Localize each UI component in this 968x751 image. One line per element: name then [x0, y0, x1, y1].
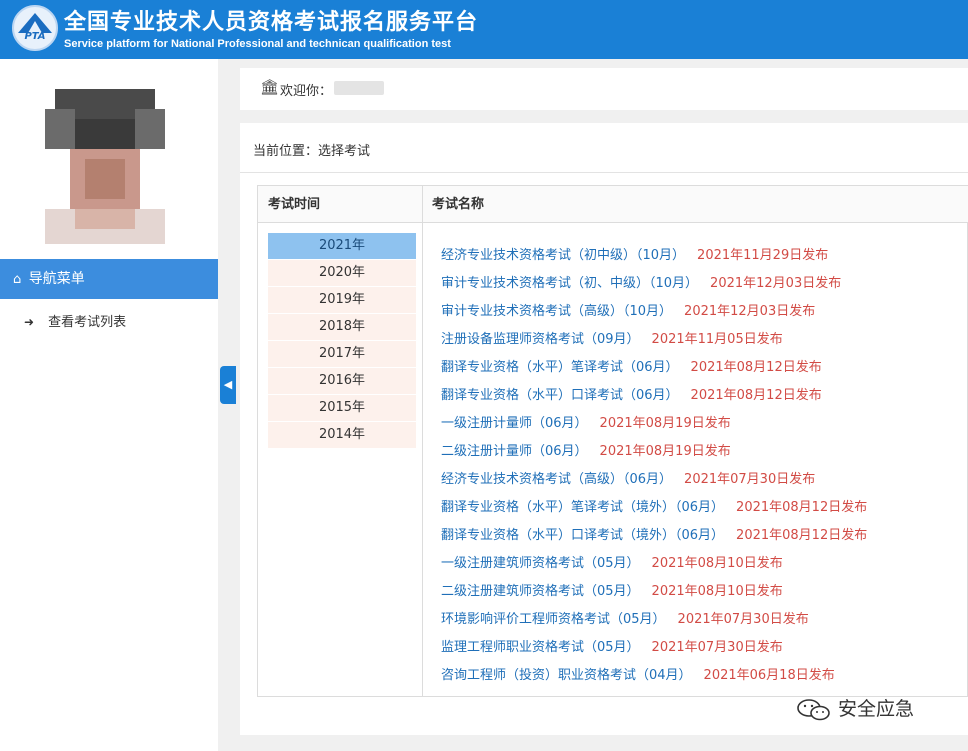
- list-item[interactable]: 审计专业技术资格考试（高级）（10月） 2021年12月03日发布: [441, 302, 815, 322]
- year-item-2020[interactable]: 2020年: [268, 260, 416, 286]
- year-item-2014[interactable]: 2014年: [268, 422, 416, 448]
- exam-link[interactable]: 审计专业技术资格考试（初、中级）（10月）: [441, 276, 698, 291]
- exam-column-header: 考试名称: [423, 186, 968, 223]
- list-item[interactable]: 二级注册计量师（06月） 2021年08月19日发布: [441, 442, 731, 462]
- exam-link[interactable]: 二级注册建筑师资格考试（05月）: [441, 584, 640, 599]
- logo-mountain-icon: [18, 13, 52, 33]
- exam-date: 2021年08月19日发布: [599, 444, 731, 459]
- list-item[interactable]: 二级注册建筑师资格考试（05月） 2021年08月10日发布: [441, 582, 783, 602]
- list-item[interactable]: 环境影响评价工程师资格考试（05月） 2021年07月30日发布: [441, 610, 809, 630]
- year-item-2017[interactable]: 2017年: [268, 341, 416, 367]
- exam-link[interactable]: 经济专业技术资格考试（初中级）（10月）: [441, 248, 685, 263]
- platform-subtitle: Service platform for National Profession…: [64, 38, 451, 50]
- exam-date: 2021年08月10日发布: [651, 556, 783, 571]
- exam-date: 2021年07月30日发布: [684, 472, 816, 487]
- exam-date: 2021年12月03日发布: [684, 304, 816, 319]
- year-item-2015[interactable]: 2015年: [268, 395, 416, 421]
- sidebar-collapse-button[interactable]: ◀: [220, 366, 236, 404]
- exam-date: 2021年07月30日发布: [651, 640, 783, 655]
- wechat-icon: [797, 698, 830, 720]
- year-item-2019[interactable]: 2019年: [268, 287, 416, 313]
- exam-date: 2021年08月12日发布: [736, 500, 868, 515]
- app-header: PTA 全国专业技术人员资格考试报名服务平台 Service platform …: [0, 0, 968, 59]
- home-icon: ⌂: [13, 272, 22, 287]
- exam-date: 2021年08月10日发布: [651, 584, 783, 599]
- exam-date: 2021年07月30日发布: [677, 612, 809, 627]
- year-item-2016[interactable]: 2016年: [268, 368, 416, 394]
- exam-link[interactable]: 注册设备监理师资格考试（09月）: [441, 332, 640, 347]
- exam-list-panel: 考试名称 经济专业技术资格考试（初中级）（10月） 2021年11月29日发布 审…: [423, 185, 968, 697]
- list-item[interactable]: 一级注册建筑师资格考试（05月） 2021年08月10日发布: [441, 554, 783, 574]
- sidebar: ⌂ 导航菜单 ➜ 查看考试列表: [0, 59, 218, 751]
- sign-in-icon: ➜: [24, 315, 35, 329]
- username-redacted: [334, 81, 384, 95]
- exam-link[interactable]: 一级注册计量师（06月）: [441, 416, 588, 431]
- exam-link[interactable]: 翻译专业资格（水平）口译考试（06月）: [441, 388, 679, 403]
- list-item[interactable]: 监理工程师职业资格考试（05月） 2021年07月30日发布: [441, 638, 783, 658]
- exam-link[interactable]: 经济专业技术资格考试（高级）（06月）: [441, 472, 672, 487]
- breadcrumb: 当前位置：选择考试: [253, 144, 371, 159]
- exam-date: 2021年08月12日发布: [690, 360, 822, 375]
- exam-link[interactable]: 审计专业技术资格考试（高级）（10月）: [441, 304, 672, 319]
- list-item[interactable]: 咨询工程师（投资）职业资格考试（04月） 2021年06月18日发布: [441, 666, 835, 686]
- logo-text: PTA: [24, 31, 46, 42]
- list-item[interactable]: 翻译专业资格（水平）口译考试（06月） 2021年08月12日发布: [441, 386, 822, 406]
- divider: [240, 172, 968, 173]
- watermark: 安全应急: [796, 694, 914, 724]
- exam-date: 2021年08月19日发布: [599, 416, 731, 431]
- list-item[interactable]: 翻译专业资格（水平）笔译考试（06月） 2021年08月12日发布: [441, 358, 822, 378]
- list-item[interactable]: 翻译专业资格（水平）笔译考试（境外）（06月） 2021年08月12日发布: [441, 498, 867, 518]
- exam-date: 2021年08月12日发布: [690, 388, 822, 403]
- nav-menu-label: 导航菜单: [28, 271, 85, 287]
- chevron-left-icon: ◀: [223, 378, 233, 391]
- exam-link[interactable]: 翻译专业资格（水平）笔译考试（境外）（06月）: [441, 500, 724, 515]
- exam-link[interactable]: 一级注册建筑师资格考试（05月）: [441, 556, 640, 571]
- list-item[interactable]: 注册设备监理师资格考试（09月） 2021年11月05日发布: [441, 330, 783, 350]
- exam-link[interactable]: 二级注册计量师（06月）: [441, 444, 588, 459]
- year-column-header: 考试时间: [258, 186, 422, 223]
- welcome-bar: 🏛 欢迎你：: [240, 68, 968, 110]
- sidebar-item-exam-list[interactable]: ➜ 查看考试列表: [0, 307, 218, 337]
- list-item[interactable]: 经济专业技术资格考试（初中级）（10月） 2021年11月29日发布: [441, 246, 828, 266]
- year-list-panel: 考试时间 2021年 2020年 2019年 2018年 2017年 2016年…: [257, 185, 423, 697]
- watermark-text: 安全应急: [838, 698, 915, 720]
- year-item-2021[interactable]: 2021年: [268, 233, 416, 259]
- exam-link[interactable]: 翻译专业资格（水平）口译考试（境外）（06月）: [441, 528, 724, 543]
- year-item-2018[interactable]: 2018年: [268, 314, 416, 340]
- nav-menu-header[interactable]: ⌂ 导航菜单: [0, 259, 218, 299]
- exam-link[interactable]: 环境影响评价工程师资格考试（05月）: [441, 612, 666, 627]
- platform-title: 全国专业技术人员资格考试报名服务平台: [64, 10, 479, 35]
- exam-link[interactable]: 翻译专业资格（水平）笔译考试（06月）: [441, 360, 679, 375]
- list-item[interactable]: 审计专业技术资格考试（初、中级）（10月） 2021年12月03日发布: [441, 274, 841, 294]
- exam-date: 2021年06月18日发布: [703, 668, 835, 683]
- exam-date: 2021年11月05日发布: [651, 332, 783, 347]
- list-item[interactable]: 经济专业技术资格考试（高级）（06月） 2021年07月30日发布: [441, 470, 815, 490]
- sidebar-item-label: 查看考试列表: [48, 315, 127, 330]
- welcome-label: 欢迎你：: [280, 84, 333, 99]
- exam-date: 2021年11月29日发布: [697, 248, 829, 263]
- exam-date: 2021年08月12日发布: [736, 528, 868, 543]
- main-panel: 当前位置：选择考试 考试时间 2021年 2020年 2019年 2018年 2…: [240, 123, 968, 735]
- avatar: [45, 89, 165, 244]
- bank-icon: 🏛: [260, 78, 280, 96]
- exam-link[interactable]: 咨询工程师（投资）职业资格考试（04月）: [441, 668, 692, 683]
- list-item[interactable]: 翻译专业资格（水平）口译考试（境外）（06月） 2021年08月12日发布: [441, 526, 867, 546]
- pta-logo: PTA: [12, 5, 58, 51]
- exam-date: 2021年12月03日发布: [710, 276, 842, 291]
- exam-link[interactable]: 监理工程师职业资格考试（05月）: [441, 640, 640, 655]
- list-item[interactable]: 一级注册计量师（06月） 2021年08月19日发布: [441, 414, 731, 434]
